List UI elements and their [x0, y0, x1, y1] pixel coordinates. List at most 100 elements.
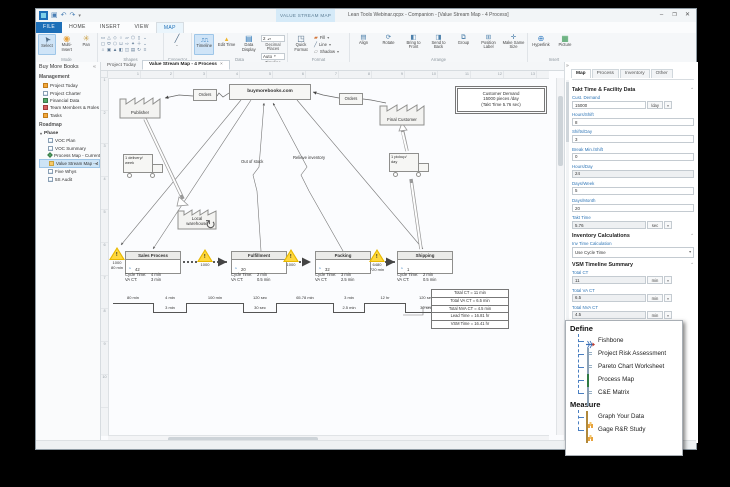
days-month-input[interactable]: [572, 204, 694, 212]
group-button[interactable]: ⧉Group: [452, 34, 475, 56]
sidebar-item-project-today[interactable]: Project Today: [39, 82, 100, 89]
qat-dropdown-icon[interactable]: [78, 10, 81, 22]
break-min-input[interactable]: [572, 153, 694, 161]
unit-dropdown-icon[interactable]: [664, 311, 672, 319]
timeline-button[interactable]: Timeline: [194, 34, 214, 55]
popup-item-gage-rr[interactable]: Gage R&R Study: [570, 423, 682, 436]
select-button[interactable]: Select: [38, 34, 56, 55]
cust-demand-input[interactable]: [572, 101, 646, 109]
popup-item-graph-your-data[interactable]: Graph Your Data: [570, 410, 682, 423]
position-label-button[interactable]: ⊞Position Label: [477, 34, 500, 56]
pan-button[interactable]: Pan: [77, 34, 95, 55]
process-sales[interactable]: Sales Process 42: [125, 251, 181, 274]
close-tab-icon[interactable]: ×: [220, 62, 223, 67]
sidebar-item-voc-plan[interactable]: VOC Plan: [39, 137, 100, 144]
shape-menu-icon[interactable]: ≡: [142, 47, 148, 53]
rotate-button[interactable]: ⟳Rotate: [377, 34, 400, 56]
doc-tab-project-today[interactable]: Project Today: [101, 62, 142, 70]
publisher-factory-shape[interactable]: Publisher: [119, 89, 161, 119]
panel-tab-inventory[interactable]: Inventory: [620, 69, 650, 78]
popup-item-pareto[interactable]: Pareto Chart Worksheet: [570, 360, 682, 373]
panel-tab-process[interactable]: Process: [592, 69, 619, 78]
section-inventory-header[interactable]: Inventory Calculations: [572, 233, 694, 239]
unit-dropdown-icon[interactable]: [664, 221, 672, 229]
sidebar-item-team-members[interactable]: Team Members & Roles: [39, 104, 100, 111]
sidebar-item-value-stream-map[interactable]: Value Stream Map - 4 Process: [39, 159, 100, 168]
sidebar-item-five-whys[interactable]: Five Whys: [39, 168, 100, 175]
sidebar-item-5s-audit[interactable]: 5S Audit: [39, 176, 100, 183]
section-takt-header[interactable]: Takt Time & Facility Data: [572, 87, 694, 93]
panel-tab-other[interactable]: Other: [651, 69, 673, 78]
shadow-button[interactable]: Shadow▾: [314, 49, 339, 55]
relieve-inventory-label[interactable]: Relieve inventory: [293, 155, 325, 160]
inv-time-calc-select[interactable]: Use Cycle Time: [572, 247, 694, 258]
restore-button[interactable]: [668, 9, 681, 21]
unit-dropdown-icon[interactable]: [664, 276, 672, 284]
sidebar-item-financial-data[interactable]: Financial Data: [39, 97, 100, 104]
inventory-triangle-3[interactable]: !: [283, 249, 299, 262]
canvas-vertical-scrollbar[interactable]: [556, 78, 564, 435]
hours-shift-input[interactable]: [572, 118, 694, 126]
panel-collapse-icon[interactable]: [566, 63, 569, 69]
popup-item-project-risk[interactable]: Project Risk Assessment: [570, 347, 682, 360]
save-icon[interactable]: [51, 10, 58, 22]
tab-insert[interactable]: INSERT: [93, 22, 128, 33]
unit-dropdown-icon[interactable]: [664, 294, 672, 302]
fill-button[interactable]: Fill▾: [314, 35, 339, 41]
tab-home[interactable]: HOME: [62, 22, 93, 33]
connector-button[interactable]: ╱ ⌄: [166, 34, 188, 55]
redo-icon[interactable]: [70, 10, 76, 22]
inventory-triangle-2[interactable]: !: [197, 249, 213, 262]
roadmap-phase-node[interactable]: Phase: [39, 130, 100, 137]
section-vsm-summary-header[interactable]: VSM Timeline Summary: [572, 262, 694, 268]
inventory-triangle-4[interactable]: !: [369, 249, 385, 262]
spinner-arrows-icon[interactable]: ▴▾: [267, 37, 271, 41]
orders-right-box[interactable]: Orders: [339, 93, 363, 105]
delivery-truck-shape[interactable]: 1 delivery/week: [123, 154, 163, 178]
timeline-summary-table[interactable]: Total CT = 11 min Total VA CT = 6.5 min …: [431, 289, 509, 329]
sidebar-item-process-map-current[interactable]: Process Map - Current State: [39, 152, 100, 159]
decimal-places-spinner[interactable]: 2 ▴▾: [261, 35, 285, 42]
sidebar-item-tasks[interactable]: Tasks: [39, 112, 100, 119]
pickup-truck-shape[interactable]: 1 pickup/day: [389, 153, 429, 177]
hyperlink-button[interactable]: Hyperlink: [530, 34, 552, 55]
out-of-stock-label[interactable]: Out of stock: [241, 159, 263, 164]
sidebar-header[interactable]: Buy More Books: [39, 64, 100, 70]
popup-item-ce-matrix[interactable]: C&E Matrix: [570, 386, 682, 399]
tab-map[interactable]: MAP: [156, 22, 184, 33]
tab-view[interactable]: VIEW: [127, 22, 155, 33]
popup-item-fishbone[interactable]: Fishbone: [570, 334, 682, 347]
inventory-triangle-1[interactable]: !: [109, 247, 125, 260]
panel-tab-map[interactable]: Map: [571, 69, 591, 78]
buymorebooks-box[interactable]: buymorebooks.com: [229, 84, 311, 100]
bring-to-front-button[interactable]: ◧Bring to Front: [402, 34, 425, 56]
canvas[interactable]: 12345678910111213 12345678910: [101, 71, 564, 443]
popup-item-process-map[interactable]: Process Map: [570, 373, 682, 386]
customer-demand-note[interactable]: Customer Demand 15000 pieces /day (Takt …: [457, 88, 545, 112]
align-button[interactable]: ▤Align: [352, 34, 375, 56]
send-to-back-button[interactable]: ◨Send to Back: [427, 34, 450, 56]
shifts-day-input[interactable]: [572, 135, 694, 143]
unit-dropdown-icon[interactable]: [664, 101, 672, 109]
sidebar-item-voc-summary[interactable]: VOC Summary: [39, 144, 100, 151]
line-button[interactable]: Line▾: [314, 42, 339, 48]
go-see-loop-icon[interactable]: ↻: [205, 217, 216, 233]
picture-button[interactable]: Picture: [554, 34, 576, 55]
doc-tab-vsm[interactable]: Value Stream Map - 4 Process×: [142, 60, 230, 70]
edit-time-button[interactable]: Edit Time: [216, 34, 236, 55]
vsm-timeline[interactable]: 80 min 4 min3 min 100 min 120 sec30 sec …: [113, 295, 447, 317]
orders-left-box[interactable]: Orders: [193, 89, 217, 101]
minimize-button[interactable]: [655, 9, 668, 21]
multi-insert-button[interactable]: Multi-Insert: [58, 34, 76, 55]
close-button[interactable]: [681, 9, 694, 21]
make-same-size-button[interactable]: ✛Make Same Size: [502, 34, 525, 56]
data-display-button[interactable]: Data Display: [239, 34, 259, 55]
final-customer-factory-shape[interactable]: Final Customer: [379, 96, 425, 126]
undo-icon[interactable]: [61, 10, 67, 22]
shape-gallery[interactable]: ▭△◇○▱⬠▯⌄ ▢⬭⬡⊔⇨✦＋⌄ ⌂▣▲◧◫▤↻≡: [100, 35, 148, 56]
days-week-input[interactable]: [572, 187, 694, 195]
quick-format-button[interactable]: Quick Format: [290, 34, 312, 55]
process-shipping[interactable]: Shipping 1: [397, 251, 453, 274]
sidebar-item-project-charter[interactable]: Project Charter: [39, 89, 100, 96]
tab-file[interactable]: FILE: [36, 22, 62, 33]
